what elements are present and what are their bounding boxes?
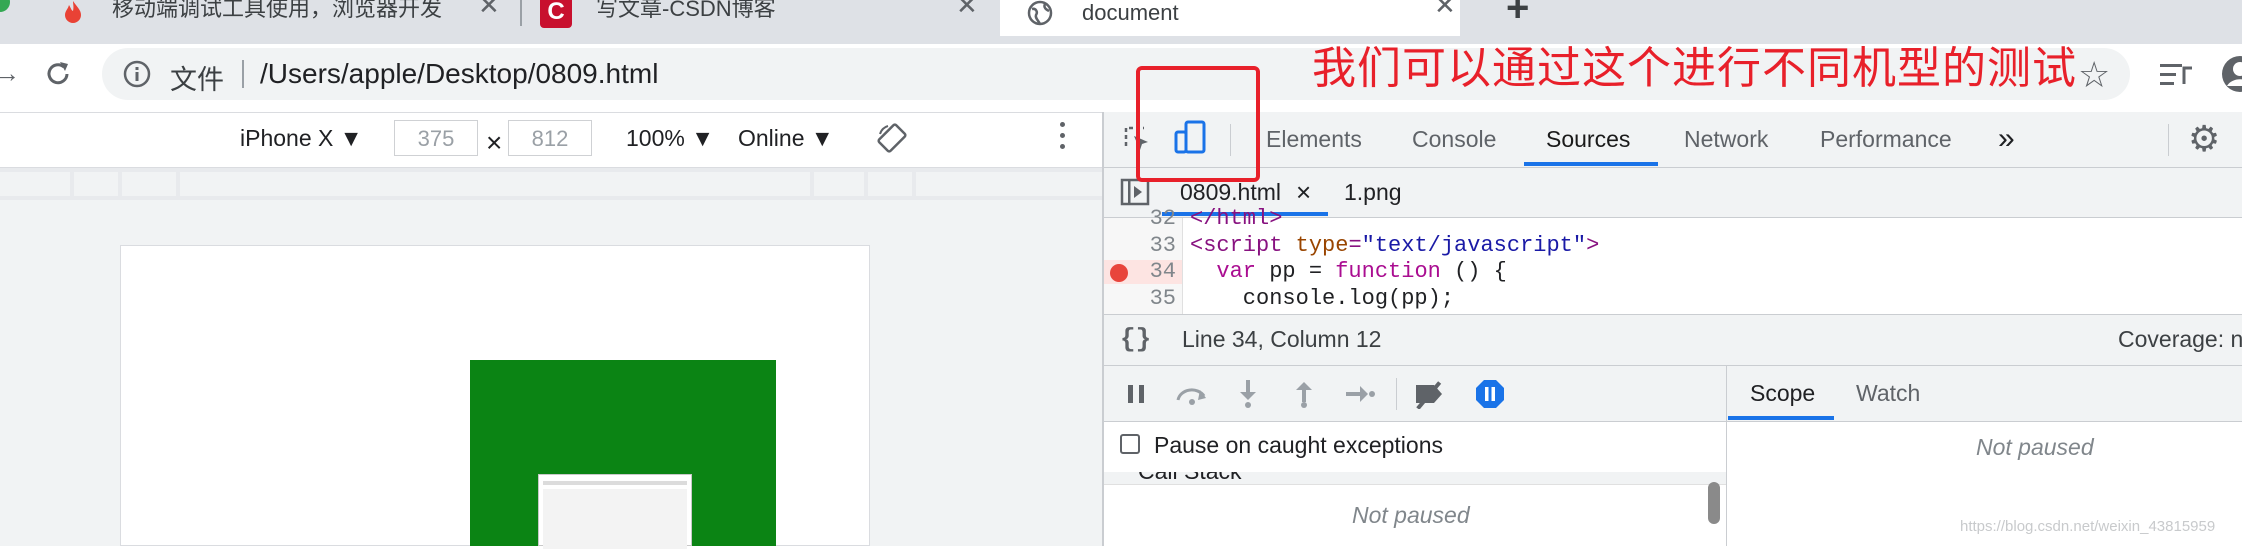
pause-on-caught-label: Pause on caught exceptions [1154, 432, 1443, 458]
globe-icon [1027, 0, 1053, 26]
scrollbar-thumb[interactable] [1708, 482, 1720, 524]
tab-performance[interactable]: Performance [1820, 112, 1952, 166]
toggle-navigator-icon[interactable] [1120, 178, 1150, 206]
toolbar-divider [1396, 378, 1397, 410]
line-number: 34 [1149, 259, 1176, 284]
media-query-bar[interactable] [868, 172, 912, 196]
close-tab-3-icon[interactable]: ✕ [1434, 0, 1456, 21]
step-icon[interactable] [1344, 382, 1376, 406]
device-select[interactable]: iPhone X ▼ [240, 125, 363, 152]
tab-title: document [1082, 0, 1179, 25]
code-token: type [1295, 233, 1349, 258]
code-token: function [1335, 259, 1441, 284]
scope-status: Not paused [1976, 434, 2094, 460]
media-query-bar[interactable] [916, 172, 1102, 196]
watermark: https://blog.csdn.net/weixin_43815959 [1960, 518, 2216, 535]
address-divider [242, 60, 244, 88]
code-line: var pp = function () { [1190, 259, 1507, 284]
rotate-icon[interactable] [876, 122, 908, 154]
info-icon[interactable] [122, 59, 152, 89]
width-input[interactable]: 375 [394, 120, 478, 156]
file-tab-1-png[interactable]: 1.png [1344, 168, 1402, 216]
browser-tab-1[interactable]: 移动端调试工具使用，浏览器开发 [60, 0, 510, 28]
media-query-bar[interactable] [0, 172, 70, 196]
browser-tab-2[interactable]: C 写文章-CSDN博客 [540, 0, 980, 28]
tab-title: 移动端调试工具使用，浏览器开发 [112, 0, 443, 21]
step-over-icon[interactable] [1174, 382, 1210, 406]
close-tab-2-icon[interactable]: ✕ [956, 0, 978, 21]
bookmark-star-icon[interactable]: ☆ [2078, 54, 2110, 96]
forward-arrow-icon[interactable]: → [0, 58, 20, 89]
line-number: 33 [1149, 233, 1176, 258]
code-token: <script [1190, 233, 1296, 258]
code-line: <script type="text/javascript"> [1190, 233, 1599, 258]
tab-sources[interactable]: Sources [1546, 112, 1630, 166]
code-token: var [1216, 259, 1257, 284]
pause-icon[interactable] [1124, 382, 1148, 406]
code-line: </html> [1190, 206, 1283, 231]
reading-list-icon[interactable] [2158, 60, 2194, 92]
network-throttle-select[interactable]: Online ▼ [738, 125, 834, 152]
annotation-highlight-box [1136, 66, 1260, 182]
line-number: 35 [1149, 286, 1176, 311]
step-into-icon[interactable] [1236, 378, 1260, 408]
zoom-select[interactable]: 100% ▼ [626, 125, 714, 152]
browser-tab-3-active[interactable]: document [1000, 0, 1460, 36]
call-stack-header[interactable]: Call Stack [1104, 472, 1726, 484]
annotation-text: 我们可以通过这个进行不同机型的测试 [1312, 44, 2077, 93]
code-line: console.log(pp); [1190, 286, 1455, 311]
pane-divider [1726, 422, 1727, 546]
height-input[interactable]: 812 [508, 120, 592, 156]
close-file-tab-icon[interactable]: × [1296, 168, 1311, 216]
call-stack-status: Not paused [1352, 502, 1470, 528]
tab-watch[interactable]: Watch [1856, 380, 1920, 407]
inner-screenshot-image [538, 474, 692, 549]
step-out-icon[interactable] [1292, 378, 1316, 408]
coverage-label[interactable]: Coverage: n/a [2118, 326, 2242, 353]
code-token: pp = [1256, 259, 1336, 284]
pause-on-exceptions-icon[interactable] [1474, 378, 1506, 410]
media-query-bar[interactable] [122, 172, 176, 196]
media-query-bar[interactable] [180, 172, 810, 196]
pause-on-caught-checkbox[interactable] [1120, 434, 1140, 454]
profile-dot [0, 0, 10, 12]
line-number: 32 [1149, 206, 1176, 231]
deactivate-breakpoints-icon[interactable] [1412, 379, 1450, 409]
tab-separator [520, 0, 522, 26]
tab-elements[interactable]: Elements [1266, 112, 1362, 166]
code-token: > [1586, 233, 1600, 258]
code-token: () { [1440, 259, 1507, 284]
settings-gear-icon[interactable]: ⚙ [2188, 118, 2220, 160]
media-query-bar[interactable] [814, 172, 864, 196]
profile-avatar-icon[interactable] [2220, 54, 2242, 94]
more-tabs-button[interactable]: » [1998, 112, 2015, 166]
tab-title: 写文章-CSDN博客 [596, 0, 776, 21]
cursor-position: Line 34, Column 12 [1182, 326, 1382, 352]
flame-icon [65, 1, 81, 23]
more-options-icon[interactable] [1060, 122, 1066, 149]
new-tab-button[interactable]: + [1506, 0, 1529, 31]
url-text[interactable]: /Users/apple/Desktop/0809.html [260, 58, 658, 90]
call-stack-label: Call Stack [1138, 472, 1242, 484]
tab-scope[interactable]: Scope [1750, 380, 1815, 407]
close-tab-1-icon[interactable]: ✕ [478, 0, 500, 21]
code-token: "text/javascript" [1361, 233, 1587, 258]
security-label: 文件 [170, 65, 224, 95]
code-token: = [1348, 233, 1362, 258]
pretty-print-button[interactable]: {} [1120, 324, 1151, 354]
tabbar-divider [2168, 124, 2169, 156]
reload-icon[interactable] [42, 58, 74, 90]
active-tab-indicator [1524, 162, 1658, 166]
tab-network[interactable]: Network [1684, 112, 1768, 166]
dimension-times: × [486, 127, 503, 158]
csdn-logo-icon: C [540, 0, 572, 28]
active-sidebar-tab-indicator [1728, 416, 1834, 420]
media-query-bar[interactable] [74, 172, 118, 196]
tab-console[interactable]: Console [1412, 112, 1496, 166]
